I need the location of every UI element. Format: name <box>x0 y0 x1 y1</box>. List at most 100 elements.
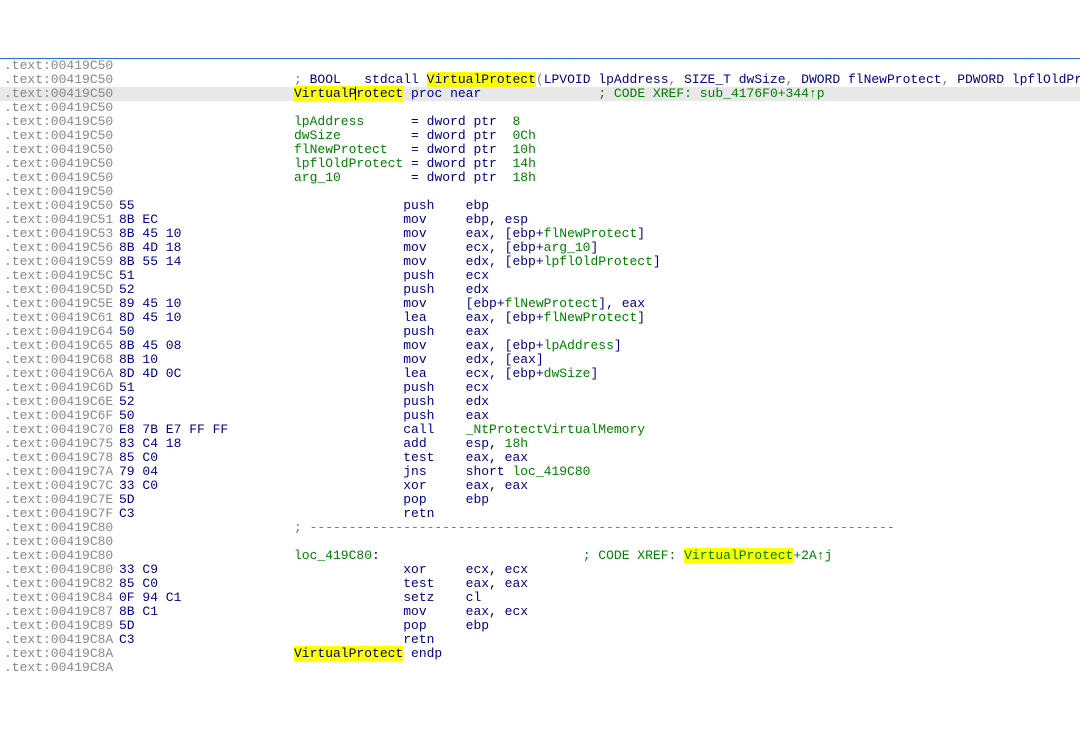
opcode-bytes: 52 <box>119 283 294 297</box>
disasm-line[interactable]: .text:00419C6E 52 push edx <box>0 395 1080 409</box>
asm-content: jns short loc_419C80 <box>294 465 1076 479</box>
disasm-line[interactable]: .text:00419C7E 5D pop ebp <box>0 493 1080 507</box>
disasm-line[interactable]: .text:00419C50 ; BOOL stdcall VirtualPro… <box>0 73 1080 87</box>
opcode-bytes <box>119 143 294 157</box>
disasm-line[interactable]: .text:00419C50 lpflOldProtect = dword pt… <box>0 157 1080 171</box>
opcode-bytes <box>119 115 294 129</box>
opcode-bytes <box>119 87 294 101</box>
disasm-line[interactable]: .text:00419C78 85 C0 test eax, eax <box>0 451 1080 465</box>
disassembly-listing[interactable]: .text:00419C50 .text:00419C50 ; BOOL std… <box>0 58 1080 675</box>
disasm-line[interactable]: .text:00419C68 8B 10 mov edx, [eax] <box>0 353 1080 367</box>
disasm-line[interactable]: .text:00419C64 50 push eax <box>0 325 1080 339</box>
disasm-line[interactable]: .text:00419C80 ; -----------------------… <box>0 521 1080 535</box>
asm-content: mov [ebp+flNewProtect], eax <box>294 297 1076 311</box>
asm-content: mov edx, [eax] <box>294 353 1076 367</box>
address: .text:00419C80 <box>4 521 119 535</box>
disasm-line[interactable]: .text:00419C51 8B EC mov ebp, esp <box>0 213 1080 227</box>
asm-content: xor eax, eax <box>294 479 1076 493</box>
asm-content: mov eax, [ebp+flNewProtect] <box>294 227 1076 241</box>
address: .text:00419C7A <box>4 465 119 479</box>
opcode-bytes <box>119 157 294 171</box>
disasm-line[interactable]: .text:00419C50 dwSize = dword ptr 0Ch <box>0 129 1080 143</box>
address: .text:00419C50 <box>4 199 119 213</box>
disasm-line[interactable]: .text:00419C59 8B 55 14 mov edx, [ebp+lp… <box>0 255 1080 269</box>
address: .text:00419C50 <box>4 87 119 101</box>
opcode-bytes: 83 C4 18 <box>119 437 294 451</box>
disasm-line[interactable]: .text:00419C80 33 C9 xor ecx, ecx <box>0 563 1080 577</box>
opcode-bytes: 8D 45 10 <box>119 311 294 325</box>
asm-content: add esp, 18h <box>294 437 1076 451</box>
disasm-line[interactable]: .text:00419C5D 52 push edx <box>0 283 1080 297</box>
disasm-line[interactable]: .text:00419C50 <box>0 185 1080 199</box>
disasm-line[interactable]: .text:00419C6A 8D 4D 0C lea ecx, [ebp+dw… <box>0 367 1080 381</box>
disasm-line[interactable]: .text:00419C50 lpAddress = dword ptr 8 <box>0 115 1080 129</box>
asm-content <box>294 59 1076 73</box>
disasm-line[interactable]: .text:00419C50 flNewProtect = dword ptr … <box>0 143 1080 157</box>
opcode-bytes <box>119 647 294 661</box>
disasm-line[interactable]: .text:00419C80 <box>0 535 1080 549</box>
disasm-line[interactable]: .text:00419C50 arg_10 = dword ptr 18h <box>0 171 1080 185</box>
opcode-bytes <box>119 185 294 199</box>
opcode-bytes <box>119 171 294 185</box>
disasm-line[interactable]: .text:00419C89 5D pop ebp <box>0 619 1080 633</box>
address: .text:00419C50 <box>4 129 119 143</box>
disasm-line[interactable]: .text:00419C56 8B 4D 18 mov ecx, [ebp+ar… <box>0 241 1080 255</box>
address: .text:00419C61 <box>4 311 119 325</box>
opcode-bytes: 89 45 10 <box>119 297 294 311</box>
asm-content <box>294 535 1076 549</box>
opcode-bytes <box>119 101 294 115</box>
address: .text:00419C7F <box>4 507 119 521</box>
address: .text:00419C84 <box>4 591 119 605</box>
disasm-line[interactable]: .text:00419C80 loc_419C80: ; CODE XREF: … <box>0 549 1080 563</box>
disasm-line[interactable]: .text:00419C50 <box>0 101 1080 115</box>
asm-content: retn <box>294 507 1076 521</box>
disasm-line[interactable]: .text:00419C8A VirtualProtect endp <box>0 647 1080 661</box>
disasm-line[interactable]: .text:00419C65 8B 45 08 mov eax, [ebp+lp… <box>0 339 1080 353</box>
disasm-line[interactable]: .text:00419C50 <box>0 59 1080 73</box>
opcode-bytes: C3 <box>119 633 294 647</box>
asm-content: VirtualProtect proc near ; CODE XREF: su… <box>294 87 1076 101</box>
asm-content: test eax, eax <box>294 577 1076 591</box>
disasm-line[interactable]: .text:00419C5C 51 push ecx <box>0 269 1080 283</box>
disasm-line[interactable]: .text:00419C50 VirtualProtect proc near … <box>0 87 1080 101</box>
address: .text:00419C68 <box>4 353 119 367</box>
disasm-line[interactable]: .text:00419C75 83 C4 18 add esp, 18h <box>0 437 1080 451</box>
address: .text:00419C50 <box>4 143 119 157</box>
disasm-line[interactable]: .text:00419C87 8B C1 mov eax, ecx <box>0 605 1080 619</box>
disasm-line[interactable]: .text:00419C8A <box>0 661 1080 675</box>
opcode-bytes: 79 04 <box>119 465 294 479</box>
address: .text:00419C6D <box>4 381 119 395</box>
disasm-line[interactable]: .text:00419C84 0F 94 C1 setz cl <box>0 591 1080 605</box>
asm-content: flNewProtect = dword ptr 10h <box>294 143 1076 157</box>
disasm-line[interactable]: .text:00419C5E 89 45 10 mov [ebp+flNewPr… <box>0 297 1080 311</box>
disasm-line[interactable]: .text:00419C7A 79 04 jns short loc_419C8… <box>0 465 1080 479</box>
asm-content: lea eax, [ebp+flNewProtect] <box>294 311 1076 325</box>
address: .text:00419C82 <box>4 577 119 591</box>
opcode-bytes: C3 <box>119 507 294 521</box>
address: .text:00419C8A <box>4 633 119 647</box>
asm-content: pop ebp <box>294 619 1076 633</box>
disasm-line[interactable]: .text:00419C8A C3 retn <box>0 633 1080 647</box>
disasm-line[interactable]: .text:00419C61 8D 45 10 lea eax, [ebp+fl… <box>0 311 1080 325</box>
asm-content: retn <box>294 633 1076 647</box>
disasm-line[interactable]: .text:00419C53 8B 45 10 mov eax, [ebp+fl… <box>0 227 1080 241</box>
disasm-line[interactable]: .text:00419C82 85 C0 test eax, eax <box>0 577 1080 591</box>
disasm-line[interactable]: .text:00419C7F C3 retn <box>0 507 1080 521</box>
disasm-line[interactable]: .text:00419C6F 50 push eax <box>0 409 1080 423</box>
opcode-bytes: 33 C0 <box>119 479 294 493</box>
address: .text:00419C7C <box>4 479 119 493</box>
address: .text:00419C50 <box>4 157 119 171</box>
asm-content: mov edx, [ebp+lpflOldProtect] <box>294 255 1076 269</box>
disasm-line[interactable]: .text:00419C6D 51 push ecx <box>0 381 1080 395</box>
opcode-bytes: 52 <box>119 395 294 409</box>
address: .text:00419C70 <box>4 423 119 437</box>
asm-content <box>294 101 1076 115</box>
disasm-line[interactable]: .text:00419C7C 33 C0 xor eax, eax <box>0 479 1080 493</box>
asm-content: VirtualProtect endp <box>294 647 1076 661</box>
address: .text:00419C50 <box>4 115 119 129</box>
disasm-line[interactable]: .text:00419C50 55 push ebp <box>0 199 1080 213</box>
address: .text:00419C80 <box>4 563 119 577</box>
disasm-line[interactable]: .text:00419C70 E8 7B E7 FF FF call _NtPr… <box>0 423 1080 437</box>
asm-content <box>294 661 1076 675</box>
opcode-bytes: 55 <box>119 199 294 213</box>
